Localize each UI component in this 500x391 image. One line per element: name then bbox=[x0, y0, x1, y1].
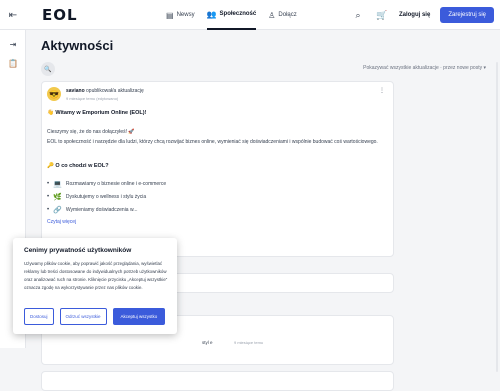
post-title: 👋 Witamy w Emporium Online (EOL)! bbox=[47, 110, 146, 116]
post-snippet: styl e bbox=[202, 340, 213, 345]
section-title-text: O co chodzi w EOL? bbox=[55, 163, 109, 169]
list-item-text: Rozmawiamy o biznesie online i e-commerc… bbox=[65, 181, 167, 187]
search-icon[interactable]: 🔍 bbox=[41, 62, 55, 76]
login-button[interactable]: Zaloguj się bbox=[399, 12, 430, 18]
main-nav: ▤ Newsy 👥 Społeczność ♙ Dołącz bbox=[166, 0, 297, 30]
post-time: 9 miesiące temu bbox=[234, 340, 264, 345]
laptop-icon: 💻 bbox=[53, 181, 62, 188]
read-more-link[interactable]: Czytaj więcej bbox=[47, 219, 76, 225]
author-name[interactable]: saviano bbox=[66, 88, 85, 94]
top-bar: ⇤ EOL ▤ Newsy 👥 Społeczność ♙ Dołącz ⌕ 🛒… bbox=[0, 0, 500, 30]
nav-spolecznosc[interactable]: 👥 Społeczność bbox=[206, 0, 257, 30]
filter-row: 🔍 Pokazywać wszystkie aktualizacje · prz… bbox=[41, 62, 486, 76]
user-plus-icon: ♙ bbox=[268, 10, 276, 20]
cookie-body: Używamy plików cookie, aby poprawić jako… bbox=[24, 261, 168, 290]
activity-filter[interactable]: Pokazywać wszystkie aktualizacje · przez… bbox=[363, 65, 486, 71]
nav-label: Dołącz bbox=[278, 12, 297, 18]
post-intro: Cieszymy się, że do nas dołączyłeś! 🚀 bbox=[47, 129, 387, 136]
login-icon[interactable]: ⇥ bbox=[7, 38, 19, 50]
activity-post bbox=[41, 371, 394, 391]
post-author: saviano opublikował/a aktualizację bbox=[66, 88, 144, 94]
cart-icon[interactable]: 🛒 bbox=[375, 8, 389, 22]
users-icon: 👥 bbox=[206, 9, 217, 19]
post-description: EOL to społeczność i narzędzie dla ludzi… bbox=[47, 139, 378, 145]
rocket-icon: 🚀 bbox=[127, 129, 135, 135]
page-title: Aktywności bbox=[41, 38, 114, 53]
list-item: • 🌿 Dyskutujemy o wellness i stylu życia bbox=[47, 194, 147, 201]
nav-label: Newsy bbox=[176, 12, 195, 18]
more-options-icon[interactable]: ⋮ bbox=[379, 87, 385, 94]
sidebar-toggle-icon[interactable]: ⇤ bbox=[6, 8, 20, 22]
cookie-buttons: Dostosuj Odrzuć wszystkie Akceptuj wszys… bbox=[24, 308, 166, 325]
activity-post: 😎 saviano opublikował/a aktualizację 9 m… bbox=[41, 81, 394, 257]
customize-button[interactable]: Dostosuj bbox=[24, 308, 54, 325]
post-title-text: Witamy w Emporium Online (EOL)! bbox=[55, 110, 147, 116]
newspaper-icon: ▤ bbox=[166, 10, 174, 20]
avatar[interactable]: 😎 bbox=[47, 87, 61, 101]
post-intro-text: Cieszymy się, że do nas dołączyłeś! bbox=[47, 129, 128, 135]
register-button[interactable]: Zarejestruj się bbox=[440, 7, 494, 23]
list-item: • 🔗 Wymieniamy doświadczenia w... bbox=[47, 207, 138, 214]
logo[interactable]: EOL bbox=[42, 6, 78, 24]
post-action: opublikował/a aktualizację bbox=[84, 88, 144, 94]
cookie-title: Cenimy prywatność użytkowników bbox=[24, 247, 132, 254]
nav-dolacz[interactable]: ♙ Dołącz bbox=[268, 0, 297, 30]
leaf-icon: 🌿 bbox=[53, 194, 62, 201]
section-title: 🔑 O co chodzi w EOL? bbox=[47, 163, 109, 169]
list-item: • 💻 Rozmawiamy o biznesie online i e-comme… bbox=[47, 181, 167, 188]
accept-all-button[interactable]: Akceptuj wszystko bbox=[112, 308, 166, 325]
post-time: 9 miesiące temu (edytowano) bbox=[66, 96, 119, 101]
search-icon[interactable]: ⌕ bbox=[351, 8, 365, 22]
list-item-text: Wymieniamy doświadczenia w... bbox=[65, 207, 138, 213]
clipboard-icon[interactable]: 📋 bbox=[7, 57, 19, 69]
nav-label: Społeczność bbox=[219, 11, 257, 17]
cookie-consent-dialog: Cenimy prywatność użytkowników Używamy p… bbox=[13, 238, 177, 334]
reject-all-button[interactable]: Odrzuć wszystkie bbox=[59, 308, 107, 325]
nav-newsy[interactable]: ▤ Newsy bbox=[166, 0, 195, 30]
list-item-text: Dyskutujemy o wellness i stylu życia bbox=[65, 194, 147, 200]
header-actions: ⌕ 🛒 Zaloguj się Zarejestruj się bbox=[351, 0, 494, 30]
link-icon: 🔗 bbox=[53, 207, 62, 214]
scrollbar[interactable] bbox=[496, 62, 498, 372]
